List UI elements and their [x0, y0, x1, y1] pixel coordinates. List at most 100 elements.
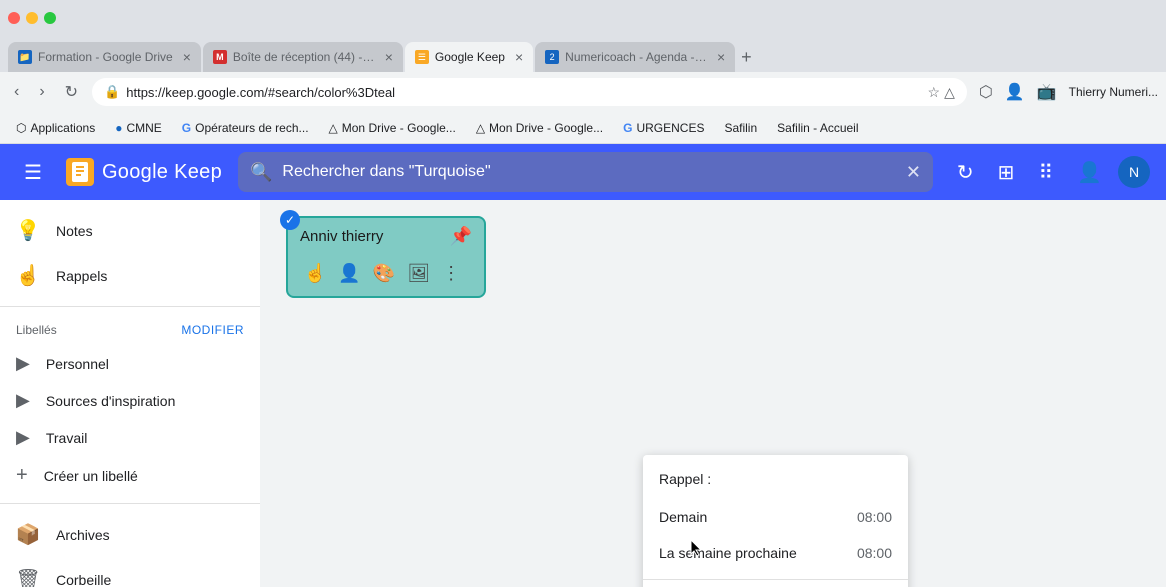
sidebar-item-rappels[interactable]: ☝ Rappels [0, 253, 252, 298]
reload-button[interactable]: ↻ [59, 78, 84, 106]
bookmark-cmne[interactable]: ● CMNE [107, 119, 170, 137]
bookmark-mondrive2[interactable]: △ Mon Drive - Google... [468, 119, 611, 137]
extensions-icon[interactable]: ⬡ [975, 78, 997, 106]
drive1-icon: △ [329, 121, 338, 135]
sidebar-item-corbeille[interactable]: 🗑 Corbeille [0, 557, 252, 587]
app-container: ☰ Google Keep 🔍 Rechercher dans "Turquoi… [0, 144, 1166, 587]
sidebar-item-notes[interactable]: 💡 Notes [0, 208, 252, 253]
note-card-anniv[interactable]: ✓ Anniv thierry 📌 ☝ 👤 🎨 🖼 ⋮ [286, 216, 486, 298]
tab1-close-icon[interactable]: × [183, 49, 191, 65]
user-avatar[interactable]: N [1118, 156, 1150, 188]
account-button[interactable]: 👤 [1001, 78, 1029, 106]
label-travail-text: Travail [46, 430, 88, 446]
bookmark-applications[interactable]: ⬡ Applications [8, 119, 103, 137]
bookmarks-bar: ⬡ Applications ● CMNE G Opérateurs de re… [0, 112, 1166, 144]
sidebar-rappels-label: Rappels [56, 268, 107, 284]
url-text: https://keep.google.com/#search/color%3D… [126, 85, 921, 100]
tab4-icon: 2 [545, 50, 559, 64]
archives-icon: 📦 [16, 522, 40, 547]
tab4-close-icon[interactable]: × [717, 49, 725, 65]
bookmark-safilin2[interactable]: Safilin - Accueil [769, 119, 866, 137]
tab3-close-icon[interactable]: × [515, 49, 523, 65]
label-icon-personnel: ▶ [16, 353, 30, 374]
tab-keep[interactable]: ☰ Google Keep × [405, 42, 533, 72]
grid-button[interactable]: ⊞ [990, 152, 1023, 193]
semaine-time: 08:00 [857, 545, 892, 561]
bookmark-label: Mon Drive - Google... [489, 121, 603, 135]
forward-button[interactable]: › [33, 79, 50, 105]
star-icon[interactable]: ☆ [928, 84, 941, 101]
label-personnel-text: Personnel [46, 356, 109, 372]
popup-title: Rappel : [643, 471, 908, 499]
content-area: ✓ Anniv thierry 📌 ☝ 👤 🎨 🖼 ⋮ Rappel : Dem… [260, 200, 1166, 587]
cast-icon[interactable]: 📺 [1033, 78, 1061, 106]
sidebar: 💡 Notes ☝ Rappels Libellés MODIFIER ▶ Pe… [0, 200, 260, 587]
popup-item-demain[interactable]: Demain 08:00 [643, 499, 908, 535]
bookmark-label: CMNE [126, 121, 161, 135]
corbeille-icon: 🗑 [16, 567, 40, 587]
search-icon: 🔍 [250, 162, 272, 183]
label-personnel[interactable]: ▶ Personnel [0, 345, 252, 382]
label-sources-text: Sources d'inspiration [46, 393, 176, 409]
bookmark-mondrive1[interactable]: △ Mon Drive - Google... [321, 119, 464, 137]
tab4-label: Numericoach - Agenda - Sema... [565, 50, 707, 64]
note-action-color[interactable]: 🎨 [369, 259, 399, 288]
add-label-button[interactable]: + Créer un libellé [0, 456, 260, 495]
sidebar-item-archives[interactable]: 📦 Archives [0, 512, 252, 557]
apps-bm-icon: ⬡ [16, 121, 26, 135]
note-card-header: Anniv thierry 📌 [288, 218, 484, 251]
sidebar-notes-label: Notes [56, 223, 93, 239]
label-travail[interactable]: ▶ Travail [0, 419, 252, 456]
search-input[interactable]: Rechercher dans "Turquoise" [282, 163, 895, 181]
bookmark-urgences[interactable]: G URGENCES [615, 119, 712, 137]
maximize-window-button[interactable] [44, 12, 56, 24]
address-bar: ‹ › ↻ 🔒 https://keep.google.com/#search/… [0, 72, 1166, 112]
close-window-button[interactable] [8, 12, 20, 24]
tab-formation[interactable]: 📁 Formation - Google Drive × [8, 42, 201, 72]
cmne-icon: ● [115, 121, 122, 135]
pin-icon[interactable]: 📌 [450, 226, 472, 247]
operateurs-icon: G [182, 121, 191, 135]
apps-button[interactable]: ⠿ [1030, 152, 1061, 193]
label-icon-sources: ▶ [16, 390, 30, 411]
note-action-more[interactable]: ⋮ [438, 259, 464, 288]
note-action-reminder[interactable]: ☝ [300, 259, 330, 288]
popup-divider [643, 579, 908, 580]
note-action-collaborator[interactable]: 👤 [334, 259, 364, 288]
tab-agenda[interactable]: 2 Numericoach - Agenda - Sema... × [535, 42, 735, 72]
add-label-text: Créer un libellé [44, 468, 138, 484]
keep-logo-text: Google Keep [102, 161, 222, 184]
browser-chrome: 📁 Formation - Google Drive × M Boîte de … [0, 0, 1166, 144]
menu-button[interactable]: ☰ [16, 152, 50, 193]
toolbar-icons: ⬡ 👤 📺 [975, 78, 1061, 106]
url-action-icons: ☆ △ [928, 84, 955, 101]
tab2-close-icon[interactable]: × [385, 49, 393, 65]
lock-icon: 🔒 [104, 84, 120, 100]
search-clear-button[interactable]: ✕ [906, 162, 921, 183]
back-button[interactable]: ‹ [8, 79, 25, 105]
tab-gmail[interactable]: M Boîte de réception (44) - thier... × [203, 42, 403, 72]
new-tab-button[interactable]: + [737, 43, 756, 72]
minimize-window-button[interactable] [26, 12, 38, 24]
header-right-icons: ↻ ⊞ ⠿ 👤 N [949, 152, 1150, 193]
keep-header: ☰ Google Keep 🔍 Rechercher dans "Turquoi… [0, 144, 1166, 200]
keep-logo: Google Keep [66, 158, 222, 186]
label-sources[interactable]: ▶ Sources d'inspiration [0, 382, 252, 419]
demain-label: Demain [659, 509, 707, 525]
popup-item-semaine[interactable]: La semaine prochaine 08:00 [643, 535, 908, 571]
reminder-popup: Rappel : Demain 08:00 La semaine prochai… [643, 455, 908, 587]
drive-icon[interactable]: △ [944, 84, 955, 101]
window-controls [8, 12, 56, 24]
bookmark-operateurs[interactable]: G Opérateurs de rech... [174, 119, 317, 137]
notes-icon: 💡 [16, 218, 40, 243]
note-action-image[interactable]: 🖼 [403, 259, 434, 288]
account-button[interactable]: 👤 [1069, 152, 1110, 193]
bookmark-safilin1[interactable]: Safilin [716, 119, 765, 137]
bookmark-label: Safilin [724, 121, 757, 135]
refresh-button[interactable]: ↻ [949, 152, 982, 193]
url-bar[interactable]: 🔒 https://keep.google.com/#search/color%… [92, 78, 967, 106]
search-bar[interactable]: 🔍 Rechercher dans "Turquoise" ✕ [238, 152, 933, 192]
corbeille-label: Corbeille [56, 572, 111, 587]
modifier-button[interactable]: MODIFIER [181, 323, 244, 337]
demain-time: 08:00 [857, 509, 892, 525]
